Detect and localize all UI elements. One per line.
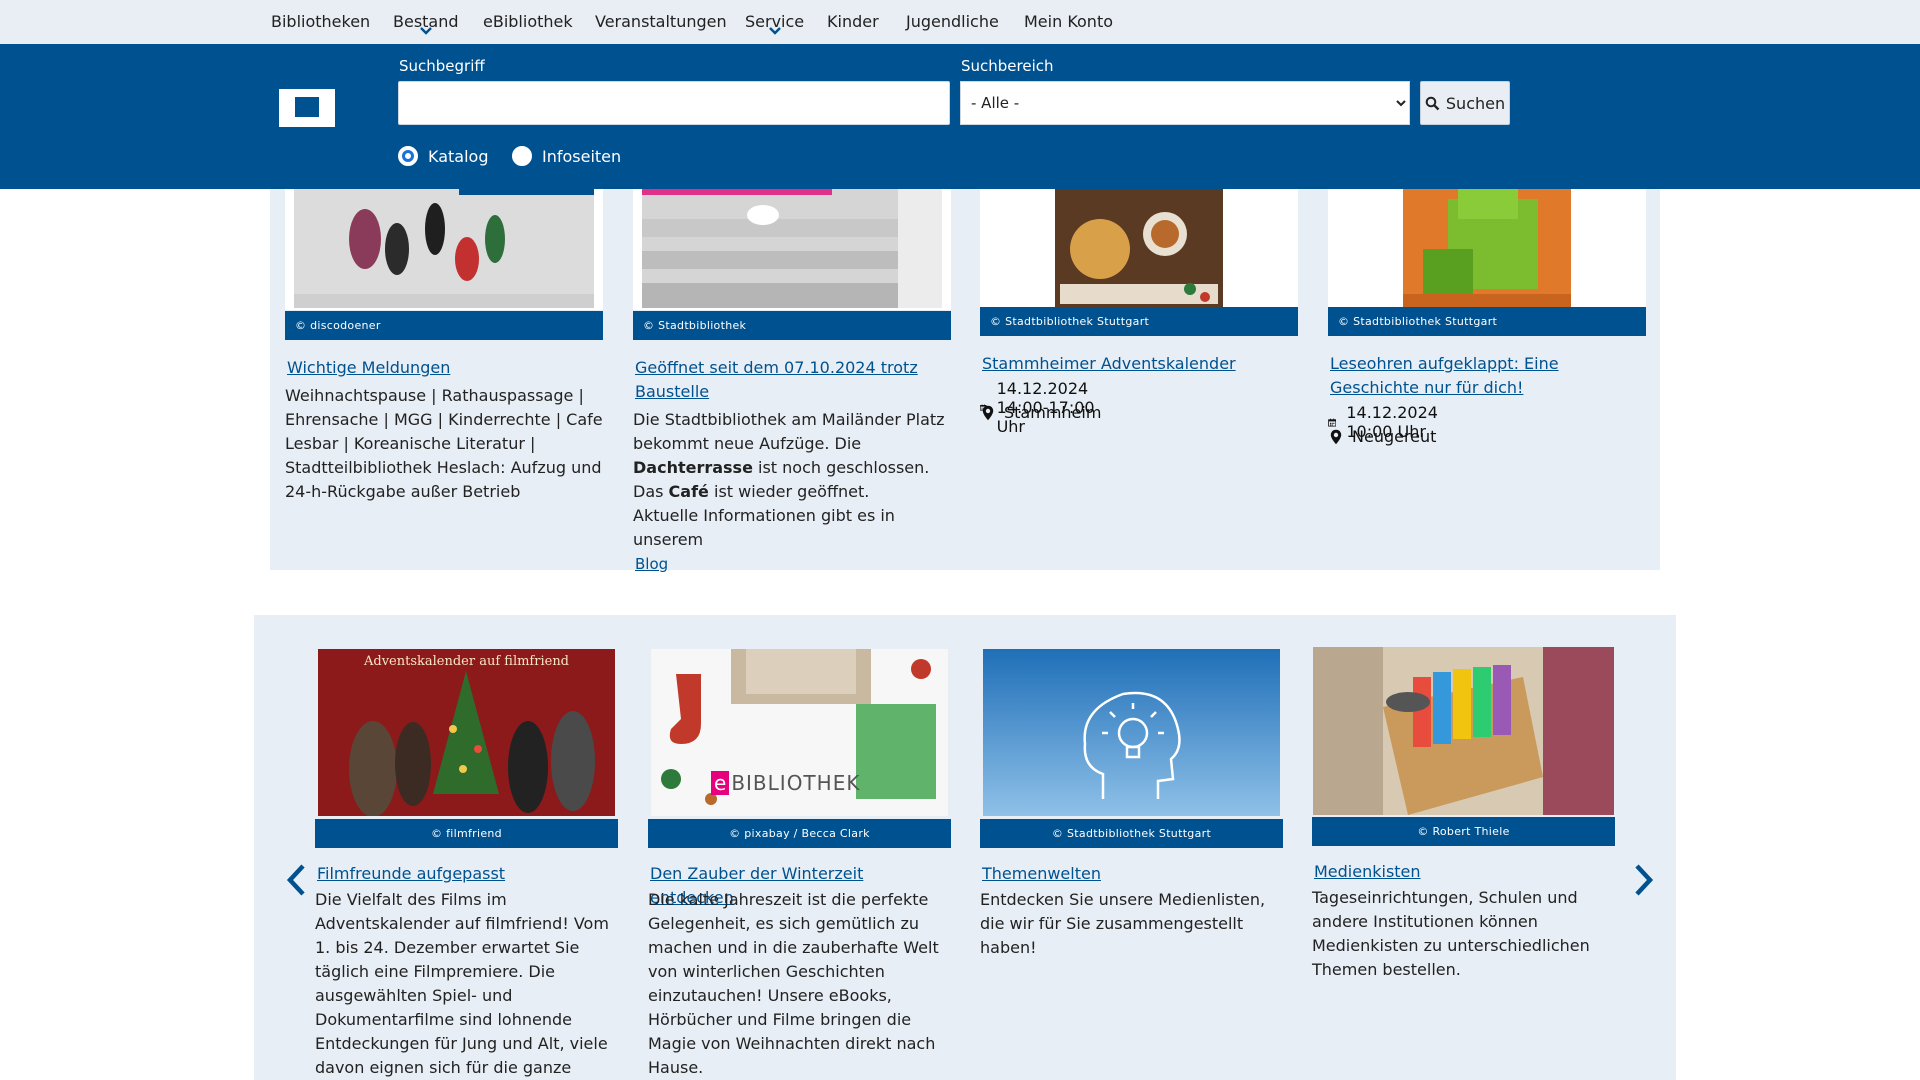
film-poster-icon [318,649,615,816]
carousel-title-link[interactable]: Filmfreunde aufgepasst [317,862,617,886]
carousel-title-link[interactable]: Themenwelten [982,862,1282,886]
event-image[interactable] [980,189,1298,307]
nav-item-bibliotheken[interactable]: Bibliotheken [271,0,370,44]
carousel-image[interactable]: Adventskalender auf filmfriend [318,649,615,816]
children-photo-icon [285,189,603,310]
carousel-text: Die kalte Jahreszeit ist die perfekte Ge… [648,890,939,1077]
image-credit: © pixabay / Becca Clark [648,819,951,848]
carousel-text: Die Vielfalt des Films im Adventskalende… [315,890,609,1077]
top-navigation: Bibliotheken Bestand eBibliothek Veranst… [0,0,1920,44]
event-location-text: Stammheim [1004,403,1102,422]
carousel-text: Entdecken Sie unsere Medienlisten, die w… [980,890,1266,957]
idea-head-icon [983,649,1280,816]
event-image[interactable] [1328,189,1646,307]
armchair-photo-icon [1328,189,1646,307]
nav-item-mein-konto[interactable]: Mein Konto [1024,0,1113,44]
nav-label: Mein Konto [1024,12,1114,31]
search-scope-select[interactable]: - Alle - [960,81,1410,125]
nav-label: eBibliothek [483,12,573,31]
news-title-link[interactable]: Wichtige Meldungen [287,356,597,380]
carousel-next-arrow-icon[interactable] [1632,863,1656,897]
news-text: Weihnachtspause | Rathauspassage | Ehren… [285,386,603,501]
image-credit: © filmfriend [315,819,618,848]
search-icon [1425,96,1440,110]
teaser-carousel: Adventskalender auf filmfriend © filmfri… [254,615,1676,1080]
nav-item-veranstaltungen[interactable]: Veranstaltungen [595,0,727,44]
carousel-image[interactable] [983,649,1280,816]
news-text-bold: Café [668,482,709,501]
image-credit: © discodoener [285,311,603,340]
location-pin-icon [982,405,994,420]
event-location-text: Neugereut [1352,427,1437,446]
ebibliothek-wordmark: e BIBLIOTHEK [711,771,860,795]
location-pin-icon [1330,429,1342,444]
wordmark-text: BIBLIOTHEK [731,771,861,795]
image-credit: © Robert Thiele [1312,817,1615,846]
search-button-label: Suchen [1445,93,1506,113]
media-box-photo-icon [1313,647,1614,815]
news-image[interactable] [285,189,603,310]
chevron-down-icon [419,27,432,35]
poster-caption: Adventskalender auf filmfriend [363,654,570,669]
radio-catalog[interactable]: Katalog [398,146,488,166]
news-title-link[interactable]: Geöffnet seit dem 07.10.2024 trotz Baust… [635,356,935,404]
carousel-image[interactable]: e BIBLIOTHEK [651,649,948,816]
nav-item-ebibliothek[interactable]: eBibliothek [483,0,573,44]
carousel-prev-arrow-icon[interactable] [284,863,308,897]
nav-item-kinder[interactable]: Kinder [827,0,879,44]
nav-item-jugendliche[interactable]: Jugendliche [906,0,999,44]
event-title-link[interactable]: Stammheimer Adventskalender [982,352,1292,376]
nav-label: Jugendliche [906,12,999,31]
radio-catalog-label: Katalog [428,146,489,166]
event-title-link[interactable]: Leseohren aufgeklappt: Eine Geschichte n… [1330,352,1640,400]
news-image[interactable] [633,189,951,310]
nav-item-bestand[interactable]: Bestand [393,0,459,44]
nav-label: Kinder [827,12,879,31]
image-credit: © Stadtbibliothek Stuttgart [980,819,1283,848]
search-button[interactable]: Suchen [1420,81,1510,125]
carousel-title-link[interactable]: Medienkisten [1314,860,1614,884]
search-header: Suchbegriff Suchbereich - Alle - Suchen … [0,44,1920,189]
news-text-part: Die Stadtbibliothek am Mailänder Platz b… [633,410,945,453]
event-location: Neugereut [1330,427,1436,446]
news-text: Die Stadtbibliothek am Mailänder Platz b… [633,408,951,576]
library-logo-icon[interactable] [279,65,335,127]
image-credit: © Stadtbibliothek Stuttgart [980,307,1298,336]
radio-checked-icon [398,146,418,166]
image-credit: © Stadtbibliothek [633,311,951,340]
search-term-label: Suchbegriff [399,57,485,75]
news-panel: © discodoener Wichtige Meldungen Weihnac… [270,189,1660,573]
news-text-part: ist wieder geöffnet. [708,482,870,501]
nav-item-service[interactable]: Service [745,0,804,44]
carousel-text: Tageseinrichtungen, Schulen und andere I… [1312,888,1590,979]
event-location: Stammheim [982,403,1101,422]
image-credit: © Stadtbibliothek Stuttgart [1328,307,1646,336]
search-scope-label: Suchbereich [961,57,1054,75]
radio-infoseiten[interactable]: Infoseiten [512,146,621,166]
search-input[interactable] [398,81,950,125]
blog-link[interactable]: Blog [635,555,668,573]
advent-photo-icon [980,189,1298,307]
news-text-bold: Dachterrasse [633,458,753,477]
nav-label: Veranstaltungen [595,12,727,31]
chevron-down-icon [768,27,781,35]
wordmark-e: e [711,771,730,795]
news-text-part: Aktuelle Informationen gibt es in unsere… [633,506,895,549]
carousel-image[interactable] [1313,647,1614,815]
nav-label: Bibliotheken [271,12,371,31]
radio-info-label: Infoseiten [542,146,622,166]
stairs-photo-icon [633,189,951,310]
radio-unchecked-icon [512,146,532,166]
